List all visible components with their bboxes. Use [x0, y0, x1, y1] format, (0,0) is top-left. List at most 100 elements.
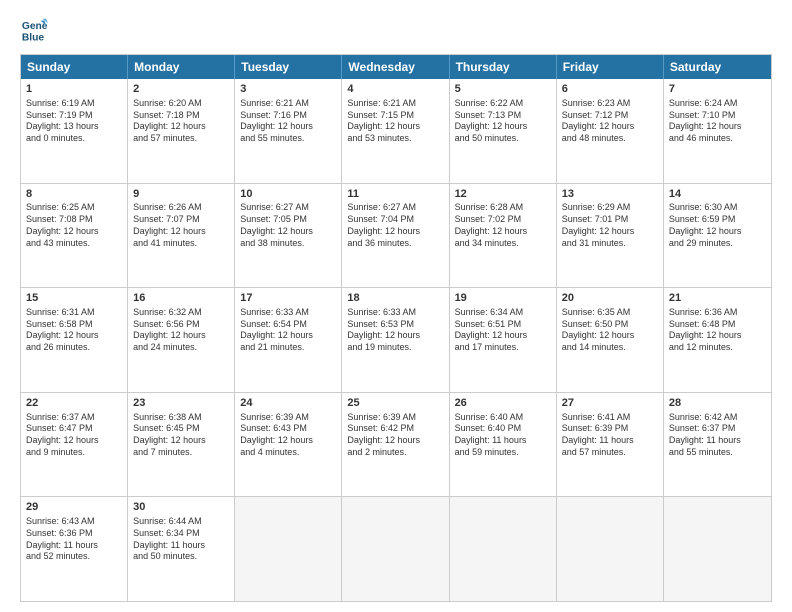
- day-info: Sunrise: 6:40 AM Sunset: 6:40 PM Dayligh…: [455, 412, 551, 459]
- cal-cell: 7Sunrise: 6:24 AM Sunset: 7:10 PM Daylig…: [664, 79, 771, 183]
- week-row-4: 22Sunrise: 6:37 AM Sunset: 6:47 PM Dayli…: [21, 392, 771, 497]
- week-row-1: 1Sunrise: 6:19 AM Sunset: 7:19 PM Daylig…: [21, 79, 771, 183]
- day-number: 20: [562, 291, 658, 306]
- day-info: Sunrise: 6:37 AM Sunset: 6:47 PM Dayligh…: [26, 412, 122, 459]
- day-number: 23: [133, 396, 229, 411]
- day-number: 21: [669, 291, 766, 306]
- day-number: 6: [562, 82, 658, 97]
- page: General Blue SundayMondayTuesdayWednesda…: [0, 0, 792, 612]
- header-day-friday: Friday: [557, 55, 664, 79]
- day-info: Sunrise: 6:29 AM Sunset: 7:01 PM Dayligh…: [562, 202, 658, 249]
- calendar: SundayMondayTuesdayWednesdayThursdayFrid…: [20, 54, 772, 602]
- cal-cell: 24Sunrise: 6:39 AM Sunset: 6:43 PM Dayli…: [235, 393, 342, 497]
- day-info: Sunrise: 6:28 AM Sunset: 7:02 PM Dayligh…: [455, 202, 551, 249]
- day-number: 25: [347, 396, 443, 411]
- day-number: 5: [455, 82, 551, 97]
- day-info: Sunrise: 6:35 AM Sunset: 6:50 PM Dayligh…: [562, 307, 658, 354]
- day-info: Sunrise: 6:39 AM Sunset: 6:42 PM Dayligh…: [347, 412, 443, 459]
- day-number: 17: [240, 291, 336, 306]
- cal-cell: [450, 497, 557, 601]
- header-day-tuesday: Tuesday: [235, 55, 342, 79]
- day-info: Sunrise: 6:22 AM Sunset: 7:13 PM Dayligh…: [455, 98, 551, 145]
- cal-cell: 6Sunrise: 6:23 AM Sunset: 7:12 PM Daylig…: [557, 79, 664, 183]
- day-info: Sunrise: 6:21 AM Sunset: 7:15 PM Dayligh…: [347, 98, 443, 145]
- day-number: 14: [669, 187, 766, 202]
- day-number: 30: [133, 500, 229, 515]
- day-number: 2: [133, 82, 229, 97]
- cal-cell: 21Sunrise: 6:36 AM Sunset: 6:48 PM Dayli…: [664, 288, 771, 392]
- day-info: Sunrise: 6:34 AM Sunset: 6:51 PM Dayligh…: [455, 307, 551, 354]
- header-day-sunday: Sunday: [21, 55, 128, 79]
- day-number: 19: [455, 291, 551, 306]
- day-info: Sunrise: 6:32 AM Sunset: 6:56 PM Dayligh…: [133, 307, 229, 354]
- day-number: 11: [347, 187, 443, 202]
- cal-cell: 13Sunrise: 6:29 AM Sunset: 7:01 PM Dayli…: [557, 184, 664, 288]
- day-number: 9: [133, 187, 229, 202]
- day-number: 27: [562, 396, 658, 411]
- calendar-body: 1Sunrise: 6:19 AM Sunset: 7:19 PM Daylig…: [21, 79, 771, 601]
- day-info: Sunrise: 6:39 AM Sunset: 6:43 PM Dayligh…: [240, 412, 336, 459]
- day-info: Sunrise: 6:36 AM Sunset: 6:48 PM Dayligh…: [669, 307, 766, 354]
- svg-text:Blue: Blue: [22, 32, 45, 43]
- cal-cell: [235, 497, 342, 601]
- cal-cell: 16Sunrise: 6:32 AM Sunset: 6:56 PM Dayli…: [128, 288, 235, 392]
- cal-cell: 19Sunrise: 6:34 AM Sunset: 6:51 PM Dayli…: [450, 288, 557, 392]
- day-number: 16: [133, 291, 229, 306]
- cal-cell: 30Sunrise: 6:44 AM Sunset: 6:34 PM Dayli…: [128, 497, 235, 601]
- day-number: 8: [26, 187, 122, 202]
- day-number: 28: [669, 396, 766, 411]
- day-number: 29: [26, 500, 122, 515]
- day-number: 15: [26, 291, 122, 306]
- day-number: 13: [562, 187, 658, 202]
- day-info: Sunrise: 6:41 AM Sunset: 6:39 PM Dayligh…: [562, 412, 658, 459]
- cal-cell: 17Sunrise: 6:33 AM Sunset: 6:54 PM Dayli…: [235, 288, 342, 392]
- cal-cell: 28Sunrise: 6:42 AM Sunset: 6:37 PM Dayli…: [664, 393, 771, 497]
- day-number: 1: [26, 82, 122, 97]
- day-info: Sunrise: 6:33 AM Sunset: 6:53 PM Dayligh…: [347, 307, 443, 354]
- cal-cell: [664, 497, 771, 601]
- header-day-thursday: Thursday: [450, 55, 557, 79]
- header-day-monday: Monday: [128, 55, 235, 79]
- day-info: Sunrise: 6:19 AM Sunset: 7:19 PM Dayligh…: [26, 98, 122, 145]
- cal-cell: 1Sunrise: 6:19 AM Sunset: 7:19 PM Daylig…: [21, 79, 128, 183]
- day-number: 12: [455, 187, 551, 202]
- cal-cell: 18Sunrise: 6:33 AM Sunset: 6:53 PM Dayli…: [342, 288, 449, 392]
- cal-cell: [557, 497, 664, 601]
- cal-cell: 20Sunrise: 6:35 AM Sunset: 6:50 PM Dayli…: [557, 288, 664, 392]
- cal-cell: 15Sunrise: 6:31 AM Sunset: 6:58 PM Dayli…: [21, 288, 128, 392]
- cal-cell: 14Sunrise: 6:30 AM Sunset: 6:59 PM Dayli…: [664, 184, 771, 288]
- day-number: 24: [240, 396, 336, 411]
- cal-cell: 23Sunrise: 6:38 AM Sunset: 6:45 PM Dayli…: [128, 393, 235, 497]
- logo-icon: General Blue: [20, 16, 48, 44]
- cal-cell: 2Sunrise: 6:20 AM Sunset: 7:18 PM Daylig…: [128, 79, 235, 183]
- day-info: Sunrise: 6:31 AM Sunset: 6:58 PM Dayligh…: [26, 307, 122, 354]
- day-info: Sunrise: 6:27 AM Sunset: 7:05 PM Dayligh…: [240, 202, 336, 249]
- day-info: Sunrise: 6:38 AM Sunset: 6:45 PM Dayligh…: [133, 412, 229, 459]
- calendar-header: SundayMondayTuesdayWednesdayThursdayFrid…: [21, 55, 771, 79]
- day-number: 26: [455, 396, 551, 411]
- cal-cell: 5Sunrise: 6:22 AM Sunset: 7:13 PM Daylig…: [450, 79, 557, 183]
- day-info: Sunrise: 6:20 AM Sunset: 7:18 PM Dayligh…: [133, 98, 229, 145]
- day-info: Sunrise: 6:23 AM Sunset: 7:12 PM Dayligh…: [562, 98, 658, 145]
- day-info: Sunrise: 6:27 AM Sunset: 7:04 PM Dayligh…: [347, 202, 443, 249]
- logo: General Blue: [20, 16, 52, 44]
- day-info: Sunrise: 6:25 AM Sunset: 7:08 PM Dayligh…: [26, 202, 122, 249]
- day-info: Sunrise: 6:30 AM Sunset: 6:59 PM Dayligh…: [669, 202, 766, 249]
- week-row-5: 29Sunrise: 6:43 AM Sunset: 6:36 PM Dayli…: [21, 496, 771, 601]
- header-day-saturday: Saturday: [664, 55, 771, 79]
- day-number: 18: [347, 291, 443, 306]
- cal-cell: 12Sunrise: 6:28 AM Sunset: 7:02 PM Dayli…: [450, 184, 557, 288]
- cal-cell: 26Sunrise: 6:40 AM Sunset: 6:40 PM Dayli…: [450, 393, 557, 497]
- day-info: Sunrise: 6:33 AM Sunset: 6:54 PM Dayligh…: [240, 307, 336, 354]
- cal-cell: 3Sunrise: 6:21 AM Sunset: 7:16 PM Daylig…: [235, 79, 342, 183]
- header-day-wednesday: Wednesday: [342, 55, 449, 79]
- cal-cell: 4Sunrise: 6:21 AM Sunset: 7:15 PM Daylig…: [342, 79, 449, 183]
- cal-cell: 22Sunrise: 6:37 AM Sunset: 6:47 PM Dayli…: [21, 393, 128, 497]
- cal-cell: 25Sunrise: 6:39 AM Sunset: 6:42 PM Dayli…: [342, 393, 449, 497]
- day-info: Sunrise: 6:44 AM Sunset: 6:34 PM Dayligh…: [133, 516, 229, 563]
- week-row-3: 15Sunrise: 6:31 AM Sunset: 6:58 PM Dayli…: [21, 287, 771, 392]
- week-row-2: 8Sunrise: 6:25 AM Sunset: 7:08 PM Daylig…: [21, 183, 771, 288]
- cal-cell: 29Sunrise: 6:43 AM Sunset: 6:36 PM Dayli…: [21, 497, 128, 601]
- day-info: Sunrise: 6:26 AM Sunset: 7:07 PM Dayligh…: [133, 202, 229, 249]
- cal-cell: [342, 497, 449, 601]
